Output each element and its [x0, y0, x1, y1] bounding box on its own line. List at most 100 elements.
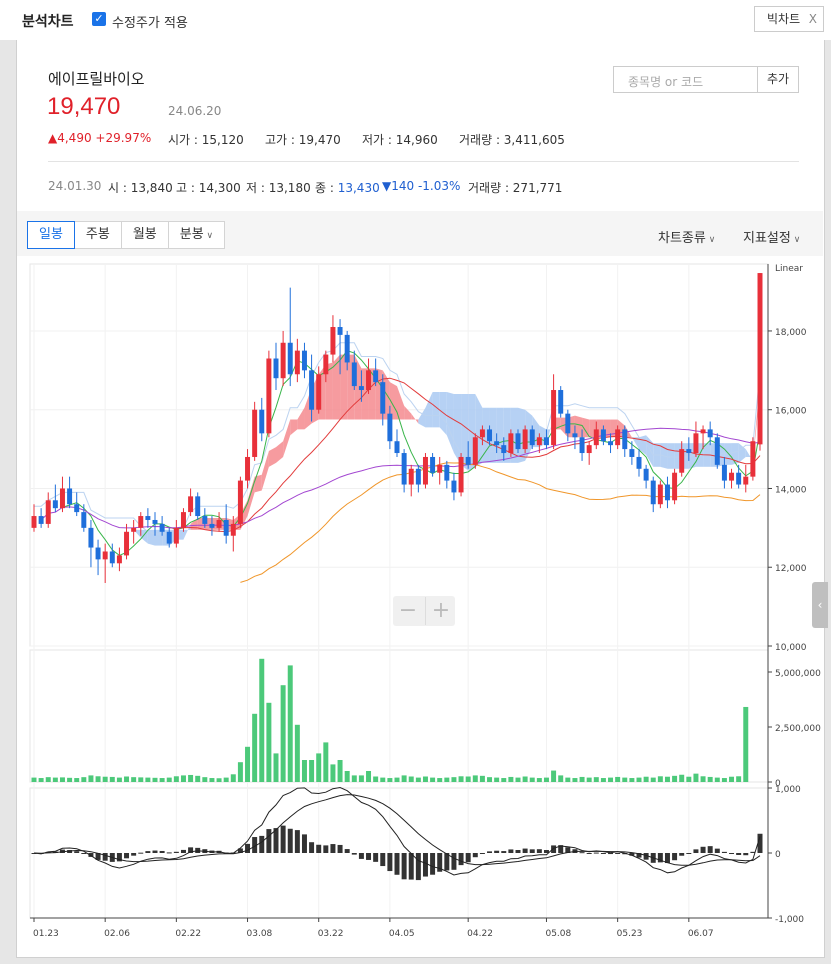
volume-bar [714, 777, 720, 782]
volume-bar [31, 777, 37, 782]
macd-histogram-bar [664, 853, 670, 864]
macd-histogram-bar [494, 850, 500, 853]
volume-bar [729, 776, 735, 782]
volume-bar [287, 665, 293, 782]
volume-bar [487, 777, 493, 782]
volume-bar [721, 778, 727, 782]
cloud-segment [155, 529, 163, 546]
candle-body [558, 390, 564, 414]
volume-bar [95, 776, 101, 782]
time-tick-label: 05.08 [545, 929, 571, 939]
stock-chart[interactable]: 18,000 16,000 14,000 12,000 10,000 Linear 01.2… [0, 0, 831, 964]
candle-body [608, 441, 614, 446]
candle-body [579, 437, 585, 454]
macd-series [31, 786, 763, 881]
candle-body [422, 456, 428, 485]
zoom-in-button[interactable]: + [425, 597, 456, 625]
macd-tick-label: 0 [775, 850, 781, 860]
macd-histogram-bar [600, 853, 606, 854]
candle-body [408, 468, 414, 485]
candle-body [600, 429, 606, 442]
macd-histogram-bar [394, 853, 400, 875]
candle-body [301, 350, 307, 371]
candle-body [686, 449, 692, 454]
volume-bar [608, 777, 614, 782]
time-tick-label: 03.22 [318, 929, 344, 939]
side-panel-handle[interactable]: ‹ [812, 582, 828, 628]
cloud-segment [646, 435, 654, 467]
macd-histogram-bar [152, 850, 158, 853]
candle-body [401, 453, 407, 485]
volume-bar [159, 778, 165, 782]
volume-bar [138, 777, 144, 782]
candle-body [437, 464, 443, 473]
candle-body [743, 476, 749, 485]
volume-bar [672, 775, 678, 782]
candle-body [109, 551, 115, 564]
volume-bar [629, 778, 635, 782]
price-tick-label: 12,000 [775, 564, 807, 574]
volume-bar [74, 778, 80, 782]
candle-body [714, 437, 720, 465]
volume-bar [430, 777, 436, 782]
macd-histogram-bar [301, 834, 307, 853]
time-tick-label: 02.06 [104, 929, 130, 939]
candle-body [636, 456, 642, 469]
candle-body [643, 468, 649, 481]
macd-histogram-bar [458, 853, 464, 866]
cloud-segment [425, 391, 433, 428]
candle-body [615, 429, 621, 446]
candle-body [287, 342, 293, 375]
candle-body [131, 527, 137, 532]
volume-bar [180, 775, 186, 782]
volume-bar [109, 776, 115, 782]
volume-bar [252, 713, 258, 782]
volume-bar [245, 746, 251, 782]
macd-histogram-bar [145, 851, 151, 853]
candle-body [672, 472, 678, 501]
volume-bar [330, 764, 336, 782]
volume-bar [422, 776, 428, 782]
macd-histogram-bar [245, 843, 251, 853]
candle-body [572, 433, 578, 438]
volume-bar [202, 777, 208, 782]
macd-histogram-bar [294, 830, 300, 853]
candle-body [387, 413, 393, 442]
volume-bar [387, 778, 393, 782]
zoom-out-button[interactable]: − [393, 597, 423, 625]
candle-body [188, 496, 194, 513]
price-tick-label: 10,000 [775, 643, 807, 653]
time-tick-label: 02.22 [175, 929, 201, 939]
volume-bar [195, 775, 201, 782]
candle-body [543, 437, 549, 446]
candle-body [209, 523, 215, 528]
macd-histogram-bar [543, 850, 549, 853]
price-tick-label: 16,000 [775, 407, 807, 417]
volume-bar [515, 777, 521, 782]
candle-body [501, 445, 507, 454]
macd-histogram-bar [451, 853, 457, 870]
time-tick-label: 01.23 [33, 929, 59, 939]
macd-histogram-bar [536, 849, 542, 853]
macd-tick-label: 1,000 [775, 785, 801, 795]
candle-body [707, 429, 713, 438]
candle-body [273, 358, 279, 379]
volume-bar [88, 775, 94, 782]
candle-body [736, 472, 742, 485]
candle-body [59, 488, 65, 509]
macd-histogram-bar [472, 853, 478, 858]
volume-bar [572, 778, 578, 782]
volume-bar [373, 776, 379, 782]
candle-body [465, 456, 471, 465]
volume-bar [600, 778, 606, 782]
chart-grid [29, 263, 769, 919]
volume-bar [522, 776, 528, 782]
candle-body [487, 429, 493, 442]
candle-body [81, 512, 87, 528]
volume-bar [657, 776, 663, 782]
macd-histogram-bar [180, 849, 186, 853]
volume-bar [209, 778, 215, 782]
macd-histogram-bar [358, 853, 364, 859]
macd-histogram-bar [102, 853, 108, 861]
candle-body [259, 409, 265, 434]
